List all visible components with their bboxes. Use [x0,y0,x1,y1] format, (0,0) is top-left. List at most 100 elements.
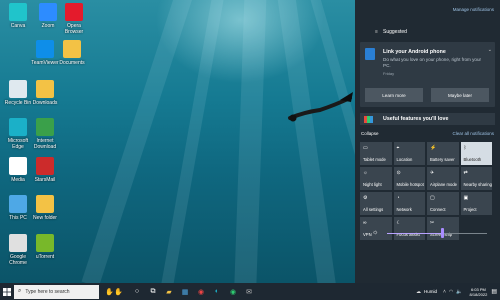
recycle-bin-icon [9,80,27,98]
internet-download-icon [36,118,54,136]
desktop-icon-label: Documents [59,60,85,66]
new-folder-icon [36,195,54,213]
all-settings-icon: ⚙ [363,195,368,201]
desktop-icon-label: TeamViewer [31,60,59,66]
nearby-sharing-icon: ⇄ [463,170,468,176]
desktop-icon-this-pc[interactable]: This PC [4,195,32,221]
desktop-icon-internet-download[interactable]: Internet Download [31,118,59,150]
suggested-heading: Suggested [383,29,407,35]
quick-action-location[interactable]: ⌖ Location [393,142,425,165]
notifications-icon[interactable]: ▤ [491,288,497,295]
desktop-icon-recycle-bin[interactable]: Recycle Bin [4,80,32,106]
learn-more-button[interactable]: Learn more [365,88,423,102]
quick-action-all-settings[interactable]: ⚙ All settings [360,192,392,215]
quick-action-connect[interactable]: ▢ Connect [427,192,459,215]
network-icon: ◔ [396,195,400,201]
brightness-slider[interactable]: ☼ [360,226,495,240]
chrome-alt-icon[interactable]: ◉ [225,283,241,300]
weather-label[interactable]: Humid [424,289,437,294]
microsoft-store-icon[interactable]: ▦ [177,283,193,300]
desktop-icon-google-chrome[interactable]: Google Chrome [4,234,32,266]
zoom-icon [39,3,57,21]
mail-icon[interactable]: ✉ [241,283,257,300]
clock[interactable]: 6:03 PM 8/18/2022 [470,287,488,297]
desktop-icon-label: Downloads [32,100,58,106]
clock-time: 6:03 PM [470,286,486,292]
quick-action-label: Connect [430,207,446,212]
downloads-icon [36,80,54,98]
feature-notification[interactable]: Useful features you'll love [360,113,495,125]
quick-action-night-light[interactable]: ☼ Night light [360,167,392,190]
chevron-down-icon[interactable]: ⌄ [488,47,492,53]
chrome-icon[interactable]: ◉ [193,283,209,300]
desktop-icon-documents[interactable]: Documents [58,40,86,66]
desktop-icon-starsmail[interactable]: StarsMail [31,157,59,183]
maybe-later-button[interactable]: Maybe later [431,88,489,102]
desktop-icon-label: Media [11,177,25,183]
google-chrome-icon [9,234,27,252]
desktop-icon-teamviewer[interactable]: TeamViewer [31,40,59,66]
cortana-icon[interactable]: ✋✋ [99,283,129,300]
opera-browser-icon [65,3,83,21]
microsoft-edge-icon [9,118,27,136]
weather-icon[interactable]: ☁ [416,289,421,295]
desktop-icon-label: Recycle Bin [4,100,32,106]
brightness-icon: ☼ [372,229,379,236]
chevron-up-icon[interactable]: ˄ [443,289,446,295]
start-button[interactable] [0,283,14,300]
taskbar: ⌕ Type here to search ✋✋ ○ ⧉ ▰ ▦ ◉ ◐ ◉ ✉… [0,283,500,300]
quick-action-project[interactable]: ▣ Project [460,192,492,215]
teamviewer-icon [36,40,54,58]
edge-icon[interactable]: ◐ [209,283,225,300]
desktop-icon-label: Zoom [41,23,55,29]
quick-action-mobile-hotspot[interactable]: ⊙ Mobile hotspot [393,167,425,190]
utorrent-icon [36,234,54,252]
system-tray: ☁ Humid ˄ ◠ 🔈 6:03 PM 8/18/2022 ▤ [416,283,500,300]
phone-icon [365,48,375,60]
quick-action-nearby-sharing[interactable]: ⇄ Nearby sharing [460,167,492,190]
feature-notification-title: Useful features you'll love [383,116,449,122]
taskbar-search-box[interactable]: ⌕ Type here to search [14,284,99,299]
desktop-icon-label: Google Chrome [9,254,27,266]
network-icon[interactable]: ◠ [449,289,453,295]
search-placeholder: Type here to search [25,288,70,295]
desktop-icon-media[interactable]: Media [4,157,32,183]
desktop-icon-zoom[interactable]: Zoom [34,3,62,29]
windows-logo-icon [3,287,11,296]
desktop-icon-utorrent[interactable]: uTorrent [31,234,59,260]
volume-icon[interactable]: 🔈 [456,289,462,295]
clear-all-notifications-link[interactable]: Clear all notifications [452,131,494,136]
starsmail-icon [36,157,54,175]
quick-action-tablet-mode[interactable]: ▭ Tablet mode [360,142,392,165]
desktop-icon-downloads[interactable]: Downloads [31,80,59,106]
desktop-icon-opera-browser[interactable]: Opera Browser [60,3,88,35]
clock-date: 8/18/2022 [469,291,488,297]
microsoft-logo-icon [364,116,373,123]
battery-saver-icon: ⚡ [430,145,437,151]
quick-action-network[interactable]: ◔ Network [393,192,425,215]
desktop-icon-canva[interactable]: Canva [4,3,32,29]
quick-action-battery-saver[interactable]: ⚡ Battery saver [427,142,459,165]
desktop-icon-label: Internet Download [33,138,57,150]
quick-action-bluetooth[interactable]: ᛒ Bluetooth [460,142,492,165]
file-explorer-icon[interactable]: ▰ [161,283,177,300]
task-view-icon[interactable]: ○ [129,283,145,300]
notification-title: Link your Android phone [383,49,446,55]
bluetooth-icon: ᛒ [463,145,467,151]
manage-notifications-link[interactable]: Manage notifications [453,7,494,12]
desktop-icon-new-folder[interactable]: New folder [31,195,59,221]
desktop-icon-label: New folder [33,215,57,221]
task-view-button-icon[interactable]: ⧉ [145,283,161,300]
quick-action-airplane-mode[interactable]: ✈ Airplane mode [427,167,459,190]
suggested-icon: ≡ [375,29,378,35]
quick-action-label: Battery saver [430,157,455,162]
brightness-thumb[interactable] [440,228,444,238]
collapse-link[interactable]: Collapse [361,131,379,136]
location-icon: ⌖ [396,145,400,151]
project-icon: ▣ [463,195,469,201]
quick-action-label: Project [463,207,477,212]
quick-action-label: Tablet mode [363,157,386,162]
notification-card[interactable]: ⌄ Link your Android phone Do what you lo… [360,42,495,107]
desktop-icon-label: Canva [10,23,26,29]
desktop-icon-microsoft-edge[interactable]: Microsoft Edge [4,118,32,150]
